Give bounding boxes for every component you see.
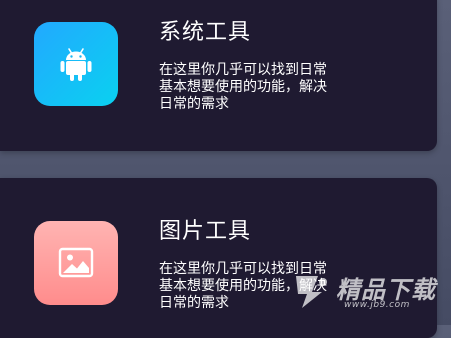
tool-card-system[interactable]: 系统工具 在这里你几乎可以找到日常基本想要使用的功能，解决日常的需求 [0,0,437,151]
system-tools-icon-tile [34,22,118,106]
watermark-logo-icon [296,276,327,308]
android-icon [60,48,92,81]
image-tools-icon-tile [34,221,118,305]
image-icon [58,247,94,278]
card-title: 系统工具 [159,20,252,45]
card-description: 在这里你几乎可以找到日常基本想要使用的功能，解决日常的需求 [159,62,327,112]
watermark-url: www.jb9.com [344,300,410,310]
card-title: 图片工具 [159,219,252,244]
watermark: 精品下载 www.jb9.com [292,266,442,318]
